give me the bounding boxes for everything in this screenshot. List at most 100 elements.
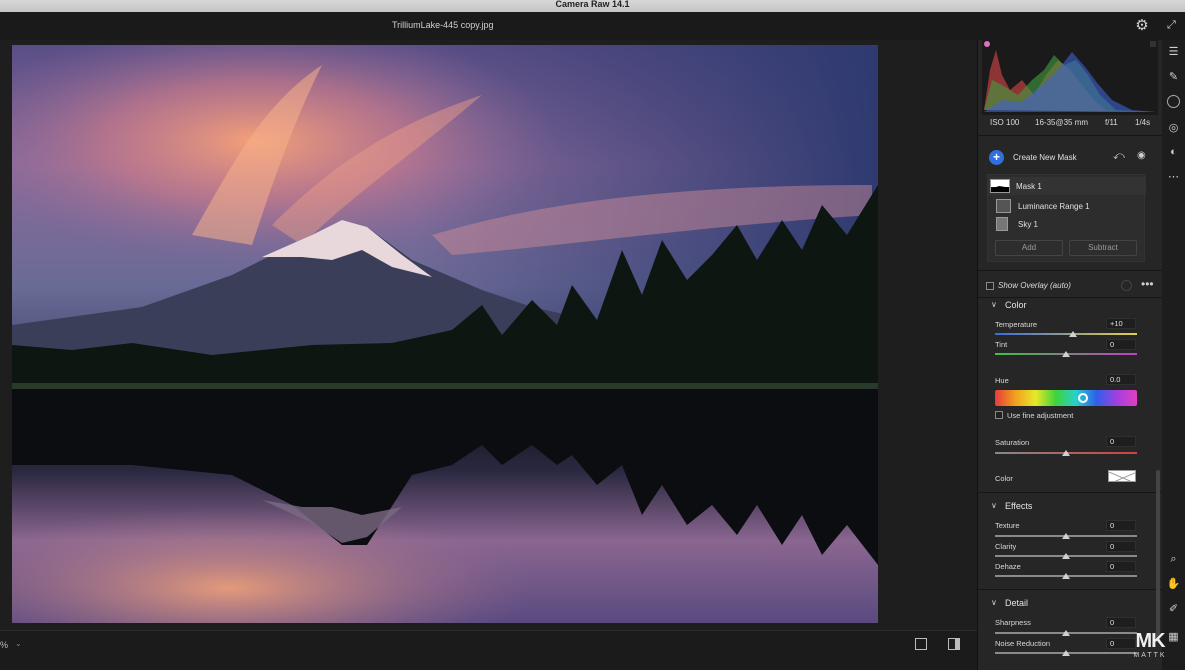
sky-mask-icon [996, 217, 1008, 231]
dehaze-slider-handle[interactable] [1062, 573, 1070, 579]
fine-adjustment-checkbox[interactable] [995, 411, 1003, 419]
hue-slider[interactable] [995, 390, 1137, 406]
mask-item-luminance-range-1[interactable]: Luminance Range 1 [988, 197, 1146, 215]
heal-brush-icon[interactable]: ✎ [1166, 70, 1181, 85]
add-button[interactable]: Add [995, 240, 1063, 256]
zoom-icon[interactable]: ⌕ [1166, 552, 1181, 567]
expand-icon[interactable]: ⤢ [1167, 19, 1176, 32]
mask-item-label: Sky 1 [1018, 220, 1039, 229]
clarity-slider-handle[interactable] [1062, 553, 1070, 559]
texture-value[interactable]: 0 [1106, 520, 1136, 531]
presets-icon[interactable]: ◐ [1166, 145, 1181, 160]
temperature-label: Temperature [995, 320, 1038, 329]
watermark-logo: MK MATTK [1125, 630, 1175, 666]
overlay-row: Show Overlay (auto) ••• [978, 276, 1163, 296]
title-bar: Camera Raw 14.1 [0, 0, 1185, 12]
clipping-warning-icon[interactable] [984, 41, 990, 47]
saturation-label: Saturation [995, 438, 1030, 447]
hand-icon[interactable]: ✋ [1166, 577, 1181, 592]
temperature-slider-handle[interactable] [1069, 331, 1078, 337]
file-name: TrilliumLake-445 copy.jpg [392, 20, 494, 30]
chevron-down-icon[interactable]: ⌄ [15, 639, 22, 648]
divider [978, 492, 1163, 493]
more-options-icon[interactable]: ••• [1141, 277, 1154, 291]
color-sampler-icon[interactable]: ✐ [1166, 602, 1181, 617]
section-effects[interactable]: ∨ Effects [978, 498, 1153, 514]
crop-view-icon[interactable] [915, 638, 927, 650]
red-eye-icon[interactable]: ◎ [1166, 121, 1181, 136]
mask-list: Mask 1 Luminance Range 1 Sky 1 Add Subtr… [987, 174, 1146, 262]
chevron-down-icon[interactable]: ∨ [991, 501, 997, 510]
photo-preview[interactable] [12, 45, 878, 623]
divider [978, 270, 1163, 271]
before-after-icon[interactable] [948, 638, 960, 650]
sharpness-slider-handle[interactable] [1062, 630, 1070, 636]
more-tools-icon[interactable]: ⋯ [1166, 170, 1181, 185]
chevron-down-icon[interactable]: ∨ [991, 300, 997, 309]
temperature-value[interactable]: +10 [1106, 318, 1136, 329]
hue-slider-handle[interactable] [1078, 393, 1088, 403]
show-overlay-checkbox[interactable] [986, 282, 994, 290]
color-label: Color [995, 474, 1013, 483]
section-color[interactable]: ∨ Color [978, 297, 1153, 313]
app-title: Camera Raw 14.1 [555, 0, 630, 9]
sharpness-label: Sharpness [995, 618, 1031, 627]
luminance-range-icon [996, 199, 1011, 213]
section-title: Color [1005, 300, 1027, 310]
noise-reduction-slider-handle[interactable] [1062, 650, 1070, 656]
overlay-color-icon[interactable] [1121, 280, 1132, 291]
undo-icon[interactable]: ⤺ [1113, 150, 1125, 163]
tool-strip: ☰ ✎ ◎ ◐ ⋯ ⌕ ✋ ✐ ▦ [1162, 40, 1185, 670]
add-mask-icon[interactable]: + [989, 150, 1004, 165]
photo-landscape [12, 45, 878, 623]
clipping-highlight-icon[interactable] [1150, 41, 1156, 47]
camera-raw-window: Camera Raw 14.1 TrilliumLake-445 copy.jp… [0, 0, 1185, 670]
exif-lens: 16-35@35 mm [1035, 118, 1089, 127]
tint-label: Tint [995, 340, 1008, 349]
exif-info: ISO 100 16-35@35 mm f/11 1/4s [978, 116, 1163, 130]
histogram [982, 40, 1158, 115]
clarity-value[interactable]: 0 [1106, 541, 1136, 552]
bottom-bar: % ⌄ [0, 630, 977, 670]
histogram-graph [984, 41, 1156, 112]
section-detail[interactable]: ∨ Detail [978, 595, 1153, 611]
mask-item-mask-1[interactable]: Mask 1 [988, 177, 1146, 195]
no-color-icon [1109, 471, 1135, 481]
chevron-down-icon[interactable]: ∨ [991, 598, 997, 607]
temperature-slider[interactable] [995, 333, 1137, 335]
mask-thumbnail-graphic [991, 180, 1009, 192]
mask-item-sky-1[interactable]: Sky 1 [988, 215, 1146, 233]
create-new-mask-label[interactable]: Create New Mask [1013, 153, 1077, 162]
hue-value[interactable]: 0.0 [1106, 374, 1136, 385]
exif-shutter: 1/4s [1135, 118, 1151, 127]
watermark-mark: MK [1135, 630, 1165, 652]
image-canvas[interactable] [0, 40, 977, 630]
texture-slider-handle[interactable] [1062, 533, 1070, 539]
fine-adjustment-label: Use fine adjustment [1007, 411, 1074, 420]
watermark-name: MATTK [1133, 652, 1167, 659]
tint-value[interactable]: 0 [1106, 339, 1136, 350]
mask-header: + Create New Mask ⤺ ◉ [978, 143, 1163, 171]
masking-icon[interactable] [1167, 95, 1180, 108]
dehaze-value[interactable]: 0 [1106, 561, 1136, 572]
gear-icon[interactable]: ⚙ [1134, 18, 1150, 34]
mask-item-label: Mask 1 [1016, 182, 1042, 191]
right-panel: ISO 100 16-35@35 mm f/11 1/4s + Create N… [977, 40, 1163, 670]
saturation-slider-handle[interactable] [1062, 450, 1070, 456]
zoom-level[interactable]: % [0, 640, 8, 650]
tint-slider-handle[interactable] [1062, 351, 1070, 357]
color-swatch[interactable] [1108, 470, 1136, 482]
mask-thumbnail [990, 179, 1010, 193]
exif-aperture: f/11 [1105, 118, 1118, 127]
clarity-label: Clarity [995, 542, 1017, 551]
panel-scrollbar[interactable] [1156, 470, 1160, 640]
subtract-button[interactable]: Subtract [1069, 240, 1137, 256]
texture-label: Texture [995, 521, 1020, 530]
eye-icon[interactable]: ◉ [1137, 150, 1146, 161]
mask-item-label: Luminance Range 1 [1018, 202, 1090, 211]
saturation-value[interactable]: 0 [1106, 436, 1136, 447]
divider [978, 589, 1163, 590]
section-title: Detail [1005, 598, 1029, 608]
sharpness-value[interactable]: 0 [1106, 617, 1136, 628]
edit-sliders-icon[interactable]: ☰ [1166, 45, 1181, 60]
